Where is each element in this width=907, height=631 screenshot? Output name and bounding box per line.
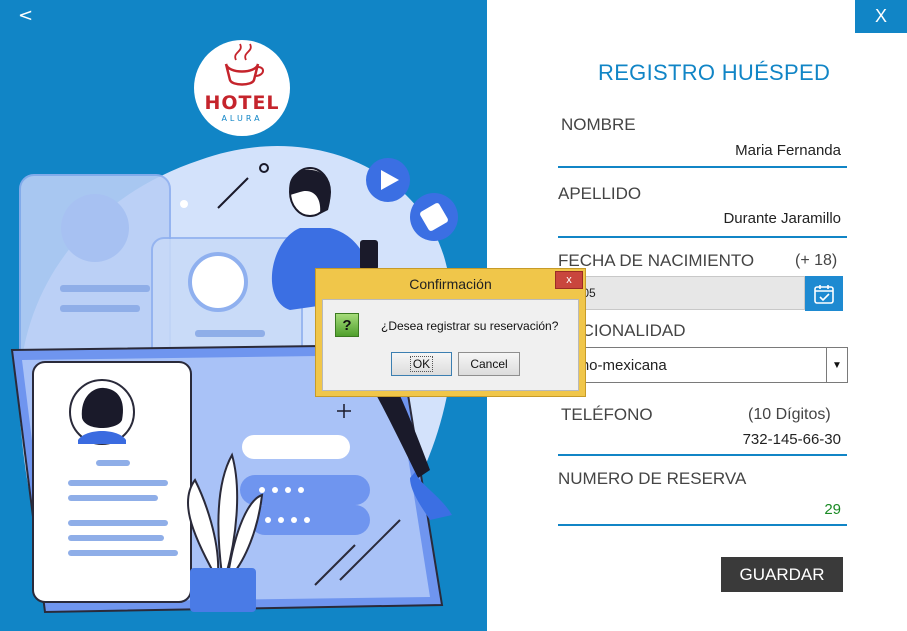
- logo-text: HOTEL: [204, 92, 279, 114]
- save-button[interactable]: GUARDAR: [721, 557, 843, 592]
- nombre-field[interactable]: Maria Fernanda: [735, 142, 841, 159]
- question-icon: ?: [335, 313, 359, 337]
- dialog-close-button[interactable]: x: [555, 271, 583, 289]
- telefono-underline: [558, 454, 847, 456]
- ok-label: OK: [409, 356, 434, 372]
- reserva-field: 29: [824, 501, 841, 518]
- close-button[interactable]: X: [855, 0, 907, 33]
- apellido-field[interactable]: Durante Jaramillo: [723, 210, 841, 227]
- page-title: REGISTRO HUÉSPED: [598, 60, 831, 85]
- ok-button[interactable]: OK: [391, 352, 452, 376]
- nombre-underline: [558, 166, 847, 168]
- nacionalidad-select[interactable]: cano-mexicana ▼: [558, 347, 848, 383]
- telefono-hint: (10 Dígitos): [748, 406, 831, 423]
- apellido-label: APELLIDO: [558, 184, 642, 203]
- nombre-label: NOMBRE: [561, 115, 636, 134]
- reserva-underline: [558, 524, 847, 526]
- logo-subtext: ALURA: [221, 114, 262, 123]
- telefono-field[interactable]: 732-145-66-30: [743, 431, 841, 448]
- reserva-label: NUMERO DE RESERVA: [558, 469, 747, 488]
- close-icon: x: [566, 274, 572, 286]
- fecha-hint: (+ 18): [795, 252, 838, 269]
- calendar-button[interactable]: [805, 276, 843, 311]
- dialog-title: Confirmación: [409, 276, 492, 292]
- cancel-button[interactable]: Cancel: [458, 352, 520, 376]
- dropdown-arrow-icon[interactable]: ▼: [826, 348, 847, 382]
- apellido-underline: [558, 236, 847, 238]
- calendar-icon: [814, 284, 834, 304]
- fecha-label: FECHA DE NACIMIENTO: [558, 251, 755, 270]
- confirmation-dialog: Confirmación x ? ¿Desea registrar su res…: [315, 268, 586, 397]
- search-pill: [242, 435, 350, 459]
- telefono-label: TELÉFONO: [561, 405, 653, 424]
- back-button[interactable]: <: [18, 5, 33, 26]
- dialog-body: ? ¿Desea registrar su reservación? OK Ca…: [322, 299, 579, 391]
- dialog-message: ¿Desea registrar su reservación?: [381, 319, 559, 333]
- fecha-nacimiento-field[interactable]: 09-05: [558, 276, 805, 310]
